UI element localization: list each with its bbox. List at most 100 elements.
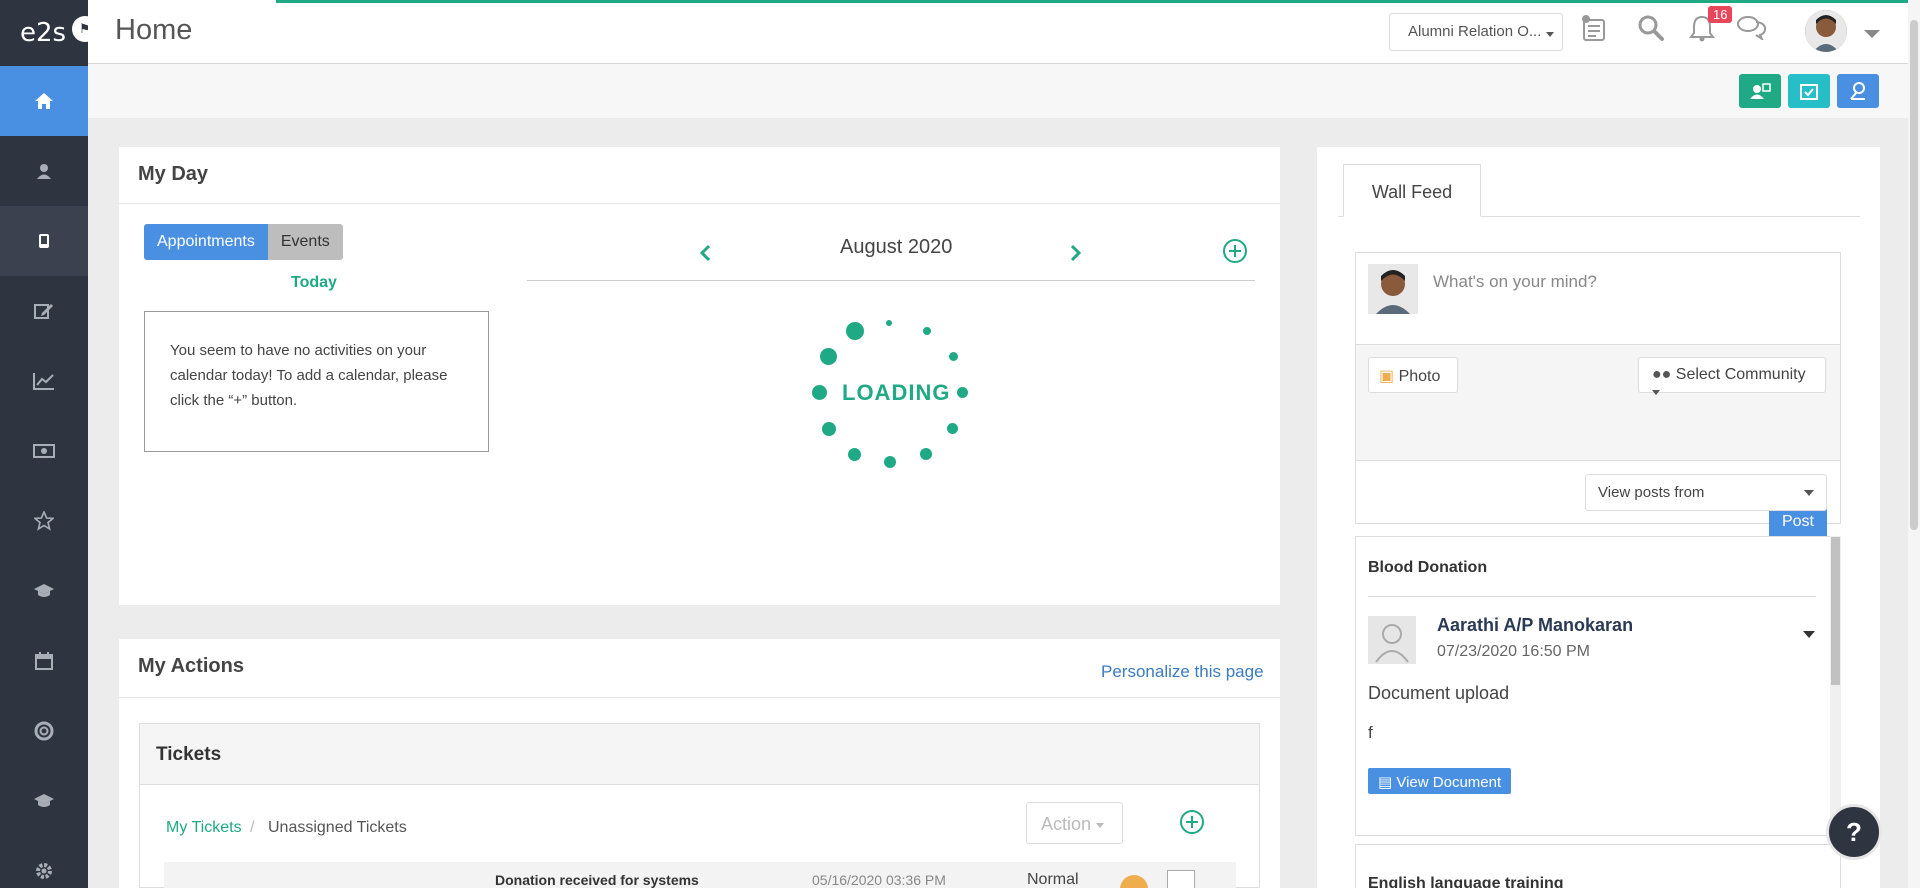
sidebar-item-support[interactable]: [0, 696, 88, 766]
money-icon: [33, 444, 55, 458]
my-day-title: My Day: [138, 163, 209, 185]
empty-calendar-message: You seem to have no activities on your c…: [144, 311, 489, 452]
caret-down-icon: [1652, 390, 1660, 396]
page-scrollbar-thumb[interactable]: [1910, 20, 1918, 530]
graduation-cap-icon: [34, 584, 54, 597]
graduation-cap-icon: [34, 794, 54, 807]
notification-count-badge: 16: [1708, 6, 1733, 23]
notes-icon[interactable]: [1581, 14, 1607, 47]
my-day-tabs: Appointments Events: [144, 224, 343, 260]
status-dot: [1120, 875, 1148, 888]
sidebar-nav: [0, 66, 88, 888]
tickets-widget: Tickets My Tickets / Unassigned Tickets …: [139, 723, 1260, 888]
mobile-icon: [39, 234, 49, 248]
sidebar-item-reports[interactable]: [0, 346, 88, 416]
post-input-area[interactable]: What's on your mind?: [1356, 253, 1840, 345]
document-icon: ▤: [1378, 774, 1393, 791]
sidebar-item-education[interactable]: [0, 556, 88, 626]
photo-label: Photo: [1398, 368, 1441, 385]
lifebuoy-icon: [34, 721, 54, 741]
add-ticket-plus-icon[interactable]: [1179, 809, 1205, 840]
post-body: Document upload: [1368, 683, 1510, 703]
calendar-month-label: August 2020: [840, 236, 953, 258]
sidebar-item-favorites[interactable]: [0, 486, 88, 556]
tickets-title: Tickets: [140, 724, 1259, 785]
composer-avatar: [1368, 264, 1418, 314]
image-icon: ▣: [1379, 368, 1395, 385]
user-avatar[interactable]: [1805, 10, 1847, 52]
sidebar: e2s ⚑: [0, 0, 98, 888]
add-contact-button[interactable]: [1739, 74, 1781, 108]
caret-down-icon: [1804, 490, 1814, 496]
sidebar-item-calendar[interactable]: [0, 626, 88, 696]
user-search-icon: [1850, 82, 1865, 100]
sidebar-item-home[interactable]: [0, 66, 88, 136]
calendar-icon: [35, 652, 53, 670]
caret-down-icon: [1546, 32, 1554, 37]
tab-events[interactable]: Events: [267, 224, 343, 260]
ticket-date: 05/16/2020 03:36 PM: [812, 872, 946, 888]
today-label: Today: [291, 274, 337, 291]
app-logo[interactable]: e2s ⚑: [0, 0, 98, 66]
divider: [1368, 596, 1816, 597]
composer-footer: ▣ Photo ●● Select Community Post: [1356, 345, 1840, 541]
settings-icon: [36, 863, 52, 879]
ticket-subject: Donation received for systems: [495, 872, 699, 888]
sidebar-item-profile[interactable]: [0, 136, 88, 206]
author-avatar: [1368, 616, 1416, 664]
view-document-button[interactable]: ▤ View Document: [1368, 768, 1512, 794]
my-tickets-link[interactable]: My Tickets: [166, 819, 242, 837]
photo-button[interactable]: ▣ Photo: [1368, 357, 1458, 393]
user-menu-caret-icon[interactable]: [1864, 30, 1880, 38]
find-user-button[interactable]: [1837, 74, 1879, 108]
calendar-check-icon: [1800, 84, 1818, 100]
loading-text: LOADING: [842, 380, 951, 405]
community-label: Select Community: [1675, 366, 1806, 383]
help-button[interactable]: ?: [1826, 804, 1882, 860]
top-bar: Home Alumni Relation O... 16: [88, 0, 1920, 64]
add-event-plus-icon[interactable]: [1222, 238, 1248, 269]
table-row[interactable]: Donation received for systems 05/16/2020…: [164, 862, 1236, 888]
post-extra-text: f: [1368, 723, 1373, 742]
feed-list-item: English language training: [1355, 844, 1841, 888]
sidebar-item-alumni[interactable]: [0, 766, 88, 836]
contact-card-icon: [1750, 83, 1771, 99]
personalize-page-link[interactable]: Personalize this page: [1101, 662, 1264, 682]
post-time: 07/23/2020 16:50 PM: [1437, 643, 1591, 660]
divider: [119, 697, 1280, 698]
sidebar-item-edit[interactable]: [0, 276, 88, 346]
my-actions-title: My Actions: [138, 655, 244, 677]
sidebar-item-finance[interactable]: [0, 416, 88, 486]
add-appointment-button[interactable]: [1788, 74, 1830, 108]
post-author[interactable]: Aarathi A/P Manokaran: [1437, 615, 1633, 636]
chat-icon[interactable]: [1736, 14, 1768, 45]
logo-text: e2s: [20, 18, 67, 48]
view-document-label: View Document: [1396, 774, 1502, 791]
star-icon: [34, 511, 54, 531]
unassigned-tickets-link[interactable]: Unassigned Tickets: [268, 819, 407, 837]
row-checkbox[interactable]: [1167, 870, 1195, 888]
next-month-chevron-icon[interactable]: [1069, 244, 1083, 267]
organization-select-value: Alumni Relation O...: [1408, 23, 1542, 40]
chart-icon: [33, 373, 54, 390]
sidebar-item-mobile[interactable]: [0, 206, 88, 276]
home-icon: [35, 93, 53, 109]
quick-action-bar: [88, 64, 1920, 118]
organization-select[interactable]: Alumni Relation O...: [1389, 13, 1563, 51]
tab-appointments[interactable]: Appointments: [144, 224, 268, 260]
post-group-title: Blood Donation: [1368, 559, 1488, 576]
users-icon: ●●: [1652, 366, 1672, 383]
page-title: Home: [115, 14, 193, 46]
feed-scrollbar-thumb[interactable]: [1831, 537, 1840, 685]
feed-list: Blood Donation Aarathi A/P Manokaran 07/…: [1355, 536, 1841, 836]
user-icon: [37, 164, 51, 179]
caret-down-icon: [1096, 822, 1105, 828]
search-icon[interactable]: [1637, 14, 1665, 47]
tab-wall-feed[interactable]: Wall Feed: [1343, 164, 1481, 217]
prev-month-chevron-icon[interactable]: [698, 244, 712, 267]
post-options-caret-icon[interactable]: [1803, 631, 1815, 638]
community-select[interactable]: ●● Select Community: [1638, 357, 1826, 396]
sidebar-item-settings[interactable]: [0, 836, 88, 888]
view-posts-from-select[interactable]: View posts from: [1585, 474, 1827, 511]
ticket-action-dropdown[interactable]: Action: [1026, 802, 1123, 844]
